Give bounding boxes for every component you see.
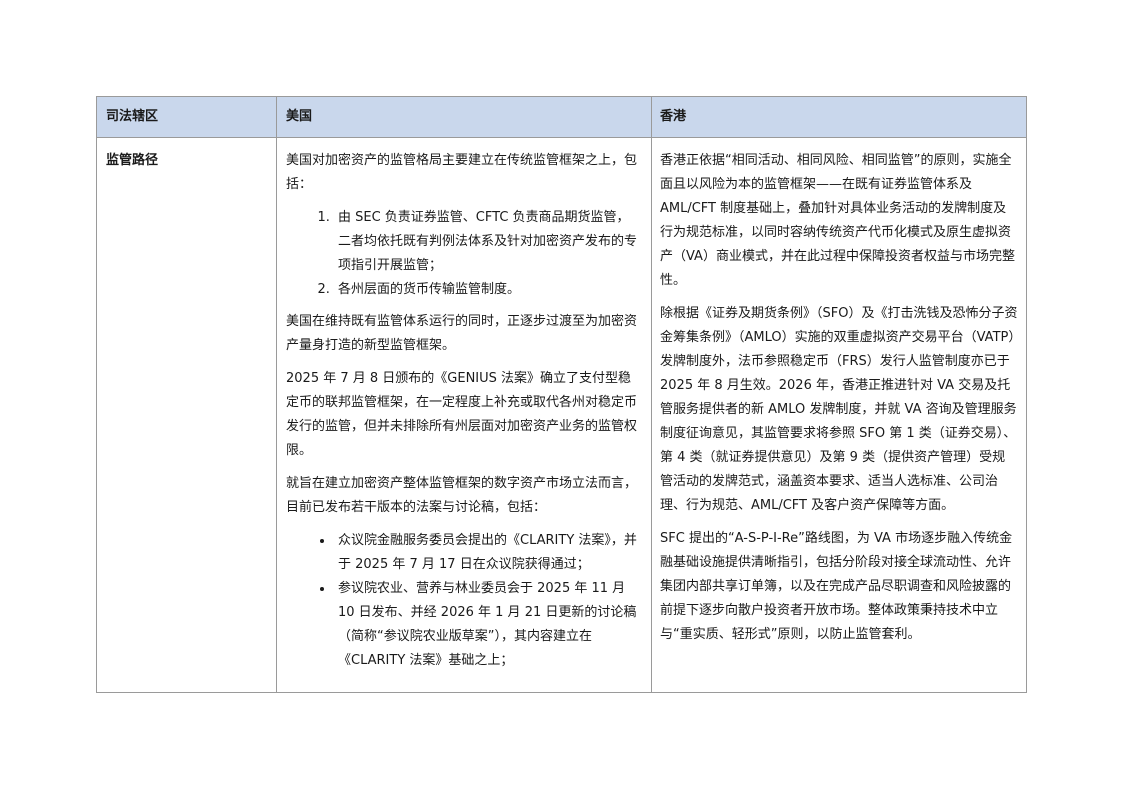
hk-cell: 香港正依据“相同活动、相同风险、相同监管”的原则，实施全面且以风险为本的监管框架… (660, 149, 1018, 656)
us-bills-list: 众议院金融服务委员会提出的《CLARITY 法案》，并于 2025 年 7 月 … (286, 529, 642, 673)
regulation-comparison-table: 司法辖区 美国 香港 监管路径 美国对加密资产的监管格局主要建立在传统监管框架之… (96, 96, 1027, 693)
hk-paragraph-1: 香港正依据“相同活动、相同风险、相同监管”的原则，实施全面且以风险为本的监管框架… (660, 153, 1015, 288)
list-item: 众议院金融服务委员会提出的《CLARITY 法案》，并于 2025 年 7 月 … (334, 529, 642, 577)
column-divider (276, 97, 277, 692)
hk-paragraph-2: 除根据《证券及期货条例》（SFO）及《打击洗钱及恐怖分子资金筹集条例》（AMLO… (660, 306, 1018, 513)
us-cell: 美国对加密资产的监管格局主要建立在传统监管框架之上，包括： 由 SEC 负责证券… (286, 149, 642, 681)
us-transition: 美国在维持既有监管体系运行的同时，正逐步过渡至为加密资产量身打造的新型监管框架。 (286, 314, 638, 353)
column-divider (651, 97, 652, 692)
table-header-row: 司法辖区 美国 香港 (97, 97, 1026, 138)
us-market-intro: 就旨在建立加密资产整体监管框架的数字资产市场立法而言，目前已发布若干版本的法案与… (286, 476, 638, 515)
us-genius-act: 2025 年 7 月 8 日颁布的《GENIUS 法案》确立了支付型稳定币的联邦… (286, 371, 638, 458)
us-framework-list: 由 SEC 负责证券监管、CFTC 负责商品期货监管，二者均依托既有判例法体系及… (286, 206, 642, 302)
us-intro: 美国对加密资产的监管格局主要建立在传统监管框架之上，包括： (286, 153, 638, 192)
header-us: 美国 (286, 109, 313, 124)
list-item: 由 SEC 负责证券监管、CFTC 负责商品期货监管，二者均依托既有判例法体系及… (334, 206, 642, 278)
hk-paragraph-3: SFC 提出的“A-S-P-I-Re”路线图，为 VA 市场逐步融入传统金融基础… (660, 531, 1013, 642)
row-label-regulatory-approach: 监管路径 (106, 153, 159, 168)
list-item: 各州层面的货币传输监管制度。 (334, 278, 642, 302)
list-item: 参议院农业、营养与林业委员会于 2025 年 11 月 10 日发布、并经 20… (334, 577, 642, 673)
header-hk: 香港 (660, 109, 687, 124)
header-jurisdiction: 司法辖区 (106, 109, 159, 124)
